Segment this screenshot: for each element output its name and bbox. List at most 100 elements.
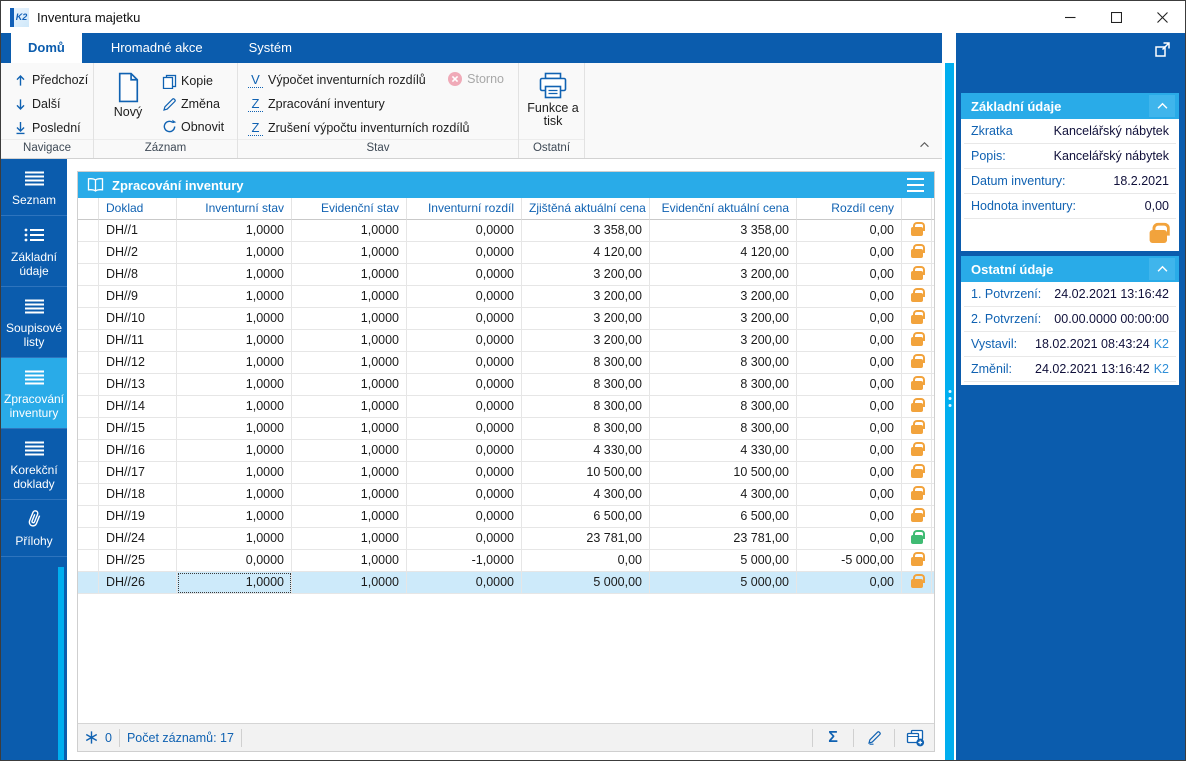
- open-in-window-button[interactable]: [1153, 40, 1172, 64]
- cell-selector[interactable]: [78, 440, 99, 462]
- column-header-inventurni-stav[interactable]: Inventurní stav: [177, 198, 292, 220]
- cell-doklad[interactable]: DH//25: [99, 550, 177, 572]
- cell-evidencni-cena[interactable]: 4 330,00: [650, 440, 797, 462]
- previous-button[interactable]: Předchozí: [7, 68, 87, 92]
- cell-zjistena-cena[interactable]: 4 300,00: [522, 484, 650, 506]
- collapse-button[interactable]: [1149, 258, 1175, 280]
- cell-selector[interactable]: [78, 308, 99, 330]
- cell-inventurni-rozdil[interactable]: 0,0000: [407, 352, 522, 374]
- cell-evidencni-cena[interactable]: 8 300,00: [650, 374, 797, 396]
- cell-inventurni-rozdil[interactable]: 0,0000: [407, 220, 522, 242]
- cell-zjistena-cena[interactable]: 8 300,00: [522, 352, 650, 374]
- cell-selector[interactable]: [78, 572, 99, 594]
- cell-inventurni-rozdil[interactable]: 0,0000: [407, 374, 522, 396]
- cell-evidencni-stav[interactable]: 1,0000: [292, 440, 407, 462]
- field-value[interactable]: 00.00.0000 00:00:00: [1054, 312, 1169, 326]
- table-row[interactable]: DH//161,00001,00000,00004 330,004 330,00…: [78, 440, 934, 462]
- cell-evidencni-cena[interactable]: 3 200,00: [650, 330, 797, 352]
- cell-evidencni-stav[interactable]: 1,0000: [292, 572, 407, 594]
- cell-rozdil-ceny[interactable]: 0,00: [797, 572, 902, 594]
- cell-rozdil-ceny[interactable]: 0,00: [797, 308, 902, 330]
- cell-rozdil-ceny[interactable]: 0,00: [797, 440, 902, 462]
- cell-inventurni-rozdil[interactable]: 0,0000: [407, 308, 522, 330]
- cell-inventurni-stav[interactable]: 0,0000: [177, 550, 292, 572]
- cell-inventurni-stav[interactable]: 1,0000: [177, 528, 292, 550]
- cell-zjistena-cena[interactable]: 8 300,00: [522, 374, 650, 396]
- cell-zjistena-cena[interactable]: 3 200,00: [522, 330, 650, 352]
- cell-inventurni-stav[interactable]: 1,0000: [177, 330, 292, 352]
- cell-selector[interactable]: [78, 506, 99, 528]
- close-button[interactable]: [1139, 1, 1185, 33]
- cell-evidencni-stav[interactable]: 1,0000: [292, 374, 407, 396]
- cell-doklad[interactable]: DH//10: [99, 308, 177, 330]
- add-view-button[interactable]: [902, 729, 928, 747]
- cell-doklad[interactable]: DH//1: [99, 220, 177, 242]
- cell-doklad[interactable]: DH//9: [99, 286, 177, 308]
- tab-domu[interactable]: Domů: [11, 33, 82, 63]
- table-row[interactable]: DH//21,00001,00000,00004 120,004 120,000…: [78, 242, 934, 264]
- cell-inventurni-rozdil[interactable]: 0,0000: [407, 462, 522, 484]
- cell-evidencni-cena[interactable]: 4 120,00: [650, 242, 797, 264]
- cell-doklad[interactable]: DH//12: [99, 352, 177, 374]
- cell-selector[interactable]: [78, 462, 99, 484]
- cell-selector[interactable]: [78, 330, 99, 352]
- table-row[interactable]: DH//261,00001,00000,00005 000,005 000,00…: [78, 572, 934, 594]
- column-header-zjistena-cena[interactable]: Zjištěná aktuální cena: [522, 198, 650, 220]
- table-row[interactable]: DH//101,00001,00000,00003 200,003 200,00…: [78, 308, 934, 330]
- cell-doklad[interactable]: DH//14: [99, 396, 177, 418]
- cell-rozdil-ceny[interactable]: 0,00: [797, 264, 902, 286]
- field-value[interactable]: Kancelářský nábytek: [1054, 124, 1169, 138]
- cell-evidencni-stav[interactable]: 1,0000: [292, 264, 407, 286]
- zpracovani-inventury-button[interactable]: ZZpracování inventury: [244, 92, 512, 116]
- cell-selector[interactable]: [78, 550, 99, 572]
- collapse-button[interactable]: [1149, 95, 1175, 117]
- cell-inventurni-rozdil[interactable]: 0,0000: [407, 242, 522, 264]
- cell-inventurni-stav[interactable]: 1,0000: [177, 572, 292, 594]
- ribbon-collapse-button[interactable]: [919, 135, 930, 153]
- cell-zjistena-cena[interactable]: 10 500,00: [522, 462, 650, 484]
- cell-evidencni-stav[interactable]: 1,0000: [292, 242, 407, 264]
- cell-inventurni-rozdil[interactable]: 0,0000: [407, 418, 522, 440]
- cell-rozdil-ceny[interactable]: 0,00: [797, 242, 902, 264]
- table-row[interactable]: DH//151,00001,00000,00008 300,008 300,00…: [78, 418, 934, 440]
- cell-evidencni-cena[interactable]: 3 358,00: [650, 220, 797, 242]
- cell-selector[interactable]: [78, 484, 99, 506]
- edit-button[interactable]: Změna: [156, 93, 228, 116]
- cell-zjistena-cena[interactable]: 0,00: [522, 550, 650, 572]
- cell-inventurni-stav[interactable]: 1,0000: [177, 286, 292, 308]
- cell-rozdil-ceny[interactable]: 0,00: [797, 528, 902, 550]
- sidebar-item-zpracovani-inventury[interactable]: Zpracování inventury: [1, 358, 67, 429]
- cell-inventurni-stav[interactable]: 1,0000: [177, 396, 292, 418]
- table-row[interactable]: DH//111,00001,00000,00003 200,003 200,00…: [78, 330, 934, 352]
- field-value[interactable]: 24.02.2021 13:16:42: [1035, 362, 1150, 376]
- cell-inventurni-stav[interactable]: 1,0000: [177, 484, 292, 506]
- cell-zjistena-cena[interactable]: 5 000,00: [522, 572, 650, 594]
- cell-selector[interactable]: [78, 220, 99, 242]
- last-button[interactable]: Poslední: [7, 116, 87, 140]
- column-header-evidencni-cena[interactable]: Evidenční aktuální cena: [650, 198, 797, 220]
- sidebar-item-soupisove-listy[interactable]: Soupisové listy: [1, 287, 67, 358]
- cell-doklad[interactable]: DH//13: [99, 374, 177, 396]
- cell-rozdil-ceny[interactable]: 0,00: [797, 352, 902, 374]
- cell-zjistena-cena[interactable]: 8 300,00: [522, 396, 650, 418]
- cell-inventurni-stav[interactable]: 1,0000: [177, 220, 292, 242]
- cell-evidencni-cena[interactable]: 8 300,00: [650, 352, 797, 374]
- cell-inventurni-rozdil[interactable]: 0,0000: [407, 396, 522, 418]
- cell-evidencni-stav[interactable]: 1,0000: [292, 506, 407, 528]
- table-row[interactable]: DH//11,00001,00000,00003 358,003 358,000…: [78, 220, 934, 242]
- copy-button[interactable]: Kopie: [156, 70, 228, 93]
- cell-zjistena-cena[interactable]: 6 500,00: [522, 506, 650, 528]
- cell-evidencni-stav[interactable]: 1,0000: [292, 396, 407, 418]
- cell-doklad[interactable]: DH//24: [99, 528, 177, 550]
- cell-selector[interactable]: [78, 374, 99, 396]
- table-row[interactable]: DH//121,00001,00000,00008 300,008 300,00…: [78, 352, 934, 374]
- table-row[interactable]: DH//91,00001,00000,00003 200,003 200,000…: [78, 286, 934, 308]
- cell-inventurni-stav[interactable]: 1,0000: [177, 440, 292, 462]
- cell-zjistena-cena[interactable]: 3 200,00: [522, 286, 650, 308]
- cell-doklad[interactable]: DH//17: [99, 462, 177, 484]
- cell-rozdil-ceny[interactable]: -5 000,00: [797, 550, 902, 572]
- tab-hromadne-akce[interactable]: Hromadné akce: [94, 33, 220, 63]
- cell-selector[interactable]: [78, 264, 99, 286]
- cell-evidencni-cena[interactable]: 5 000,00: [650, 572, 797, 594]
- cell-evidencni-cena[interactable]: 8 300,00: [650, 396, 797, 418]
